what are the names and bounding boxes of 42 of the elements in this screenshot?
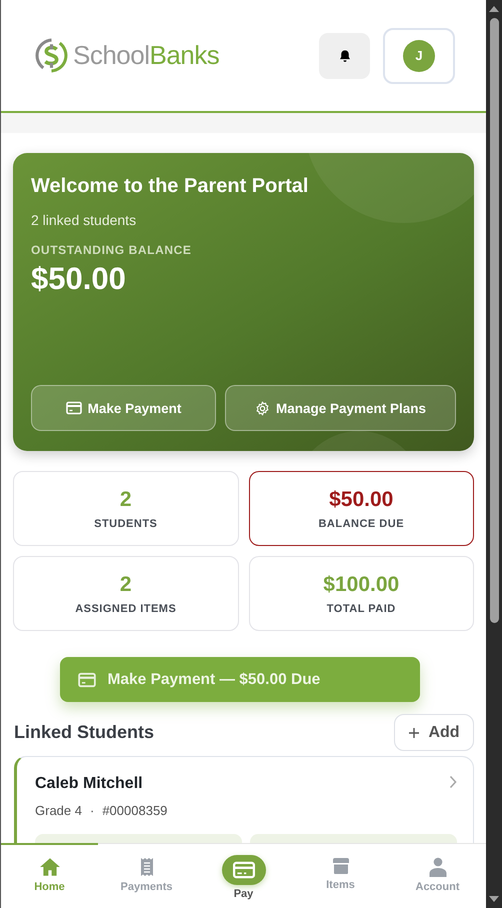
nav-tab[interactable]: Payments	[98, 844, 195, 908]
nav-tab[interactable]: Account	[389, 844, 486, 908]
welcome-title: Welcome to the Parent Portal	[31, 175, 310, 198]
stat-value: $100.00	[323, 572, 400, 596]
student-grade: Grade 4	[35, 803, 82, 818]
bell-icon	[338, 48, 352, 62]
add-student-button[interactable]: Add	[394, 714, 474, 751]
separator-dot: ·	[90, 803, 94, 818]
nav-tab[interactable]: Pay	[195, 844, 292, 908]
balance-amount: $50.00	[31, 261, 127, 297]
box-icon	[332, 857, 350, 875]
nav-tab[interactable]: Items	[292, 844, 389, 908]
make-payment-due-button[interactable]: Make Payment — $50.00 Due	[60, 657, 420, 702]
stat-value: 2	[120, 488, 132, 512]
settings-icon	[254, 400, 270, 416]
stat-label: ASSIGNED ITEMS	[75, 602, 176, 614]
school-banks-logo: SchoolBanks	[33, 37, 220, 74]
stat-value: 2	[120, 572, 132, 596]
dollar-logo-icon	[33, 37, 70, 74]
student-id: #00008359	[102, 803, 168, 818]
stat-label: TOTAL PAID	[326, 602, 396, 614]
notifications-button[interactable]	[319, 32, 370, 78]
plus-icon	[408, 726, 420, 738]
receipt-icon	[140, 857, 154, 877]
home-icon	[38, 857, 60, 877]
stat-label: STUDENTS	[94, 518, 158, 530]
student-name: Caleb Mitchell	[35, 775, 143, 793]
linked-count: 2 linked students	[31, 212, 138, 228]
payment-plans-button[interactable]: Manage Payment Plans	[225, 385, 456, 431]
profile-button[interactable]: J	[383, 28, 455, 84]
card-icon	[232, 861, 254, 879]
card-icon	[78, 672, 96, 688]
avatar: J	[403, 40, 435, 72]
balance-label: OUTSTANDING BALANCE	[31, 243, 193, 257]
section-title: Linked Students	[14, 722, 154, 743]
chevron-right-icon	[449, 775, 457, 789]
nav-tab[interactable]: Home	[1, 844, 98, 908]
stat-label: BALANCE DUE	[318, 518, 404, 530]
person-icon	[428, 857, 446, 877]
card-icon	[66, 401, 82, 415]
make-payment-button[interactable]: Make Payment	[31, 385, 216, 431]
stat-value: $50.00	[329, 488, 394, 512]
